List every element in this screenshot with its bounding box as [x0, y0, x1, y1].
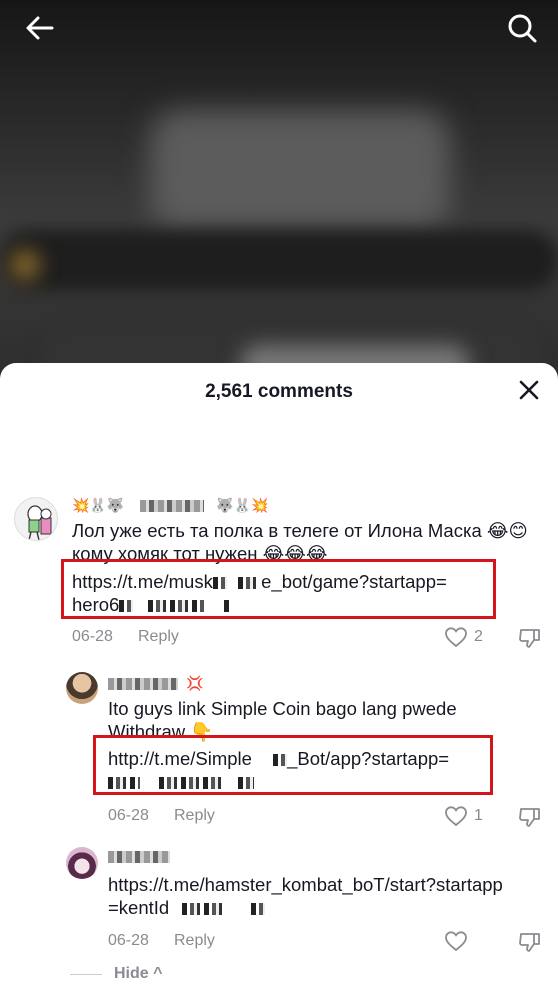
- comment-date: 06-28: [108, 932, 149, 949]
- highlight-box: [93, 735, 493, 795]
- username-emoji-suffix: 🐺🐰💥: [216, 497, 269, 513]
- back-button[interactable]: [24, 12, 56, 44]
- close-button[interactable]: [516, 377, 542, 403]
- blurred-video-content: [150, 110, 450, 230]
- like-button[interactable]: [444, 929, 474, 953]
- blurred-video-content: [0, 230, 558, 290]
- comment-meta: 06-28 Reply: [72, 628, 179, 646]
- thumbs-down-icon: [519, 933, 540, 952]
- hide-replies-button[interactable]: Hide ^: [70, 965, 162, 983]
- dislike-button[interactable]: [518, 805, 542, 829]
- censored-username: [108, 677, 178, 690]
- heart-icon: [445, 931, 467, 952]
- reply-button[interactable]: Reply: [174, 932, 215, 950]
- like-button[interactable]: 1: [444, 804, 483, 828]
- comment-link[interactable]: https://t.me/hamster_kombat_boT/start?st…: [108, 873, 548, 919]
- cartoon-avatar-icon: [27, 505, 52, 540]
- hide-replies-label: Hide ^: [114, 965, 163, 982]
- link-part: https://t.me/hamster_kombat_boT/start?st…: [108, 874, 503, 895]
- search-icon: [508, 14, 537, 43]
- censored-username: [140, 499, 205, 512]
- like-count: 2: [474, 628, 483, 645]
- username-emoji-suffix: 💢: [186, 675, 204, 691]
- dislike-button[interactable]: [518, 626, 542, 650]
- arrow-left-icon: [26, 16, 54, 40]
- comment-date: 06-28: [72, 628, 113, 645]
- thumbs-down-icon: [519, 629, 540, 648]
- highlight-box: [61, 559, 496, 619]
- comment-meta: 06-28 Reply: [108, 807, 215, 825]
- video-background: [0, 0, 558, 400]
- comment-date: 06-28: [108, 807, 149, 824]
- like-count: 1: [474, 807, 483, 824]
- like-button[interactable]: 2: [444, 625, 483, 649]
- thumbs-down-icon: [519, 808, 540, 827]
- comment-meta: 06-28 Reply: [108, 932, 215, 950]
- username[interactable]: 💥🐰🐺 🐺🐰💥: [72, 497, 269, 514]
- link-part: =kentId: [108, 897, 170, 918]
- heart-icon: [445, 627, 467, 648]
- comment-message: Лол уже есть та полка в телеге от Илона …: [72, 520, 528, 564]
- username-emoji-prefix: 💥🐰🐺: [72, 497, 125, 513]
- heart-icon: [445, 806, 467, 827]
- username[interactable]: 💢: [108, 675, 203, 692]
- username[interactable]: [108, 851, 170, 863]
- avatar[interactable]: [66, 672, 98, 704]
- avatar[interactable]: [14, 497, 58, 541]
- search-button[interactable]: [506, 12, 538, 44]
- sheet-header: 2,561 comments: [0, 363, 558, 423]
- divider: [70, 973, 102, 975]
- avatar[interactable]: [66, 847, 98, 879]
- close-icon: [519, 380, 539, 400]
- dislike-button[interactable]: [518, 930, 542, 954]
- comments-sheet: 2,561 comments 💥🐰🐺 🐺🐰💥 Лол уже есть та п…: [0, 363, 558, 1000]
- reply-button[interactable]: Reply: [174, 807, 215, 825]
- censored-username: [108, 851, 170, 863]
- reply-button[interactable]: Reply: [138, 628, 179, 646]
- blurred-video-content: [10, 250, 40, 280]
- comment-count-title: 2,561 comments: [205, 381, 353, 402]
